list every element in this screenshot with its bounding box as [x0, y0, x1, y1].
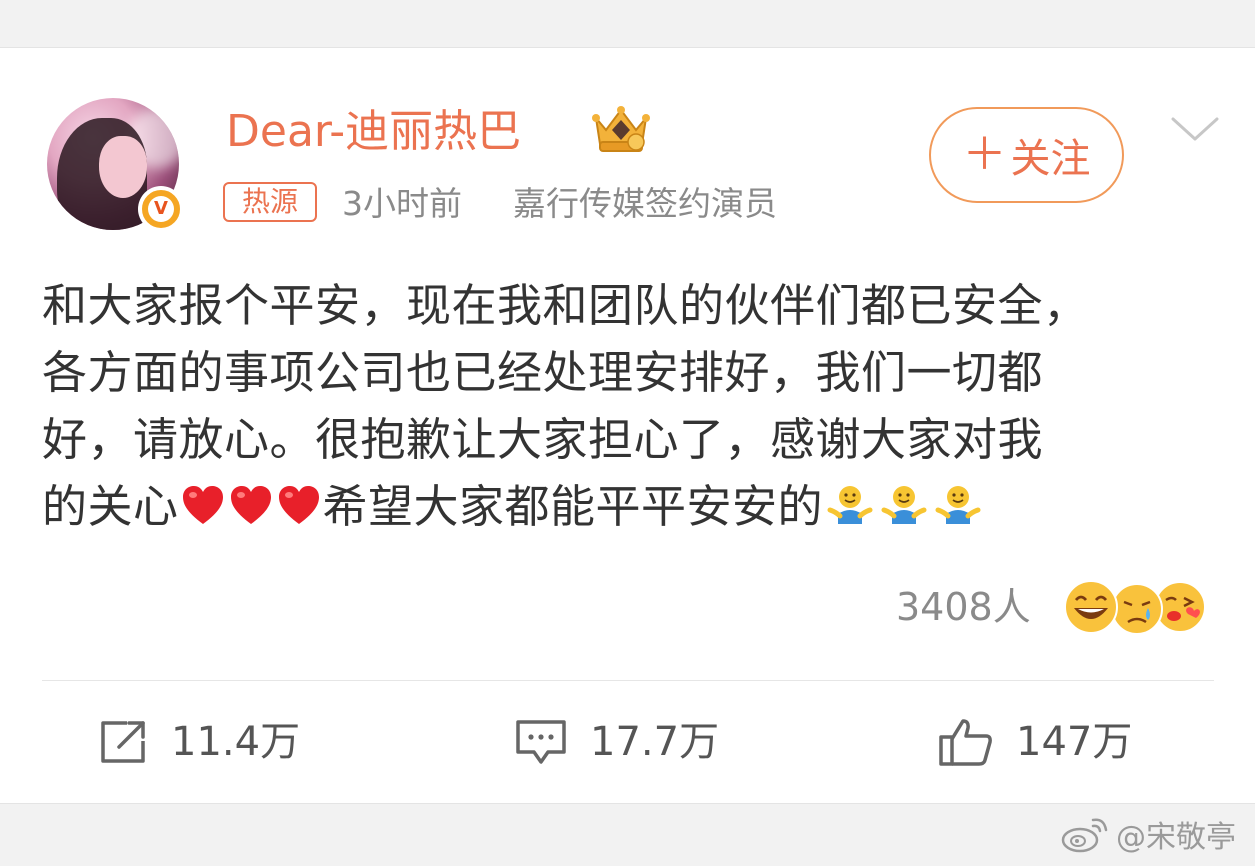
- heart-emoji-icon: [230, 486, 271, 524]
- thumbs-up-icon: [939, 719, 992, 766]
- repost-button[interactable]: 11.4万: [97, 712, 300, 772]
- reactions-count[interactable]: 3408人: [896, 582, 1031, 632]
- watermark-text: @宋敬亭: [1116, 820, 1236, 855]
- laughing-face-icon: [1064, 580, 1118, 634]
- repost-icon: [101, 721, 145, 763]
- follow-button[interactable]: ＋ 关注: [929, 107, 1124, 203]
- crown-badge-icon: [592, 106, 650, 152]
- verified-badge-icon: V: [138, 186, 184, 232]
- post-line-4: 的关心 希望大家都能平平安安的: [42, 473, 1232, 540]
- like-count: 147万: [1016, 719, 1133, 765]
- hug-emoji-icon: [935, 486, 981, 524]
- comment-count: 17.7万: [590, 719, 720, 765]
- post-time: 3小时前: [342, 184, 462, 223]
- top-spacer: [0, 0, 1255, 48]
- post-body: 和大家报个平安，现在我和团队的伙伴们都已安全， 各方面的事项公司也已经处理安排好…: [42, 272, 1232, 540]
- heart-emoji-icon: [278, 486, 319, 524]
- hug-emoji-icon: [881, 486, 927, 524]
- chevron-down-icon[interactable]: [1170, 115, 1220, 143]
- watermark: @宋敬亭: [1060, 812, 1236, 856]
- comment-button[interactable]: 17.7万: [514, 712, 719, 772]
- like-button[interactable]: 147万: [938, 712, 1132, 772]
- post-source: 嘉行传媒签约演员: [513, 184, 777, 223]
- repost-count: 11.4万: [171, 719, 301, 765]
- post-line: 和大家报个平安，现在我和团队的伙伴们都已安全，: [42, 279, 1089, 332]
- follow-label: 关注: [1010, 136, 1091, 182]
- post-line-4-start: 的关心: [42, 480, 179, 533]
- username[interactable]: Dear-迪丽热巴: [226, 104, 521, 160]
- hot-source-tag: 热源: [223, 182, 317, 222]
- post-line: 各方面的事项公司也已经处理安排好，我们一切都: [42, 346, 1044, 399]
- crying-face-icon: [1111, 583, 1163, 635]
- hug-emoji-icon: [827, 486, 873, 524]
- post-line: 好，请放心。很抱歉让大家担心了，感谢大家对我: [42, 413, 1044, 466]
- weibo-logo-icon: [1061, 818, 1108, 853]
- post-line-4-end: 希望大家都能平平安安的: [322, 480, 824, 533]
- heart-emoji-icon: [182, 486, 223, 524]
- divider: [42, 680, 1214, 681]
- plus-icon: ＋: [962, 129, 1007, 180]
- comment-icon: [516, 720, 566, 764]
- reaction-faces[interactable]: [1062, 578, 1212, 636]
